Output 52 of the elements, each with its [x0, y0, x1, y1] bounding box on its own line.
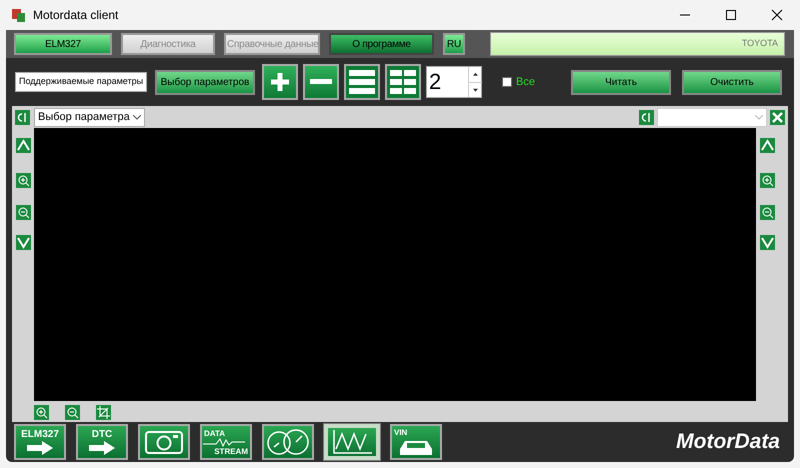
clear-icon[interactable]	[639, 110, 654, 124]
zoom-in-icon[interactable]	[16, 173, 30, 188]
clear-button[interactable]: Очистить	[682, 70, 782, 94]
clear-icon[interactable]	[15, 110, 30, 124]
rows-layout-button[interactable]	[344, 64, 380, 100]
app-icon	[12, 8, 25, 22]
gauges-icon	[266, 428, 310, 456]
tab[interactable]: О программе	[329, 33, 434, 55]
minus-icon	[310, 79, 332, 85]
chevron-icon	[133, 114, 141, 120]
tab[interactable]: RU	[443, 33, 465, 55]
all-checkbox[interactable]	[502, 77, 512, 87]
zoom-in-icon[interactable]	[760, 173, 774, 188]
chevron-icon	[755, 114, 763, 120]
elm327-button[interactable]: ELM327	[14, 424, 66, 460]
camera-button[interactable]	[138, 424, 190, 460]
arrow-icon	[26, 441, 54, 455]
add-button[interactable]	[262, 64, 298, 100]
rows-icon	[348, 68, 376, 96]
parameter-set-dropdown[interactable]: Поддерживаемые параметры	[15, 72, 147, 92]
select-parameters-button[interactable]: Выбор параметров	[155, 70, 255, 94]
grid-layout-button[interactable]	[385, 64, 421, 100]
plus-icon	[269, 71, 291, 93]
read-button[interactable]: Читать	[571, 70, 671, 94]
all-label: Все	[516, 74, 535, 90]
graph-button[interactable]	[324, 424, 380, 460]
window-title: Motordata client	[33, 7, 118, 24]
vin-button[interactable]: VIN	[390, 424, 442, 460]
zoom-in-icon[interactable]	[34, 404, 49, 420]
scroll-down-icon[interactable]	[16, 235, 30, 250]
data-stream-button[interactable]: DATA STREAM	[200, 424, 252, 460]
wave-icon	[202, 438, 246, 446]
count-spinner[interactable]: 2	[426, 66, 482, 98]
camera-icon	[144, 429, 184, 455]
dtc-button[interactable]: DTC	[76, 424, 128, 460]
scroll-down-icon[interactable]	[760, 235, 774, 250]
arrow-icon	[88, 441, 116, 455]
cl-mark-icon	[17, 112, 28, 122]
grid-icon	[389, 68, 417, 96]
vehicle-label: TOYOTA	[742, 37, 778, 50]
remove-button[interactable]	[303, 64, 339, 100]
gauges-button[interactable]	[262, 424, 314, 460]
parameter-dropdown[interactable]: Выбор параметра	[34, 108, 145, 126]
zoom-out-icon[interactable]	[65, 404, 80, 420]
scroll-up-icon[interactable]	[16, 138, 30, 153]
scroll-up-icon[interactable]	[760, 138, 774, 153]
brand-logo: MotorData	[676, 429, 780, 456]
cl-mark-icon	[641, 112, 652, 122]
crop-icon[interactable]	[96, 404, 111, 420]
tab[interactable]: ELM327	[14, 33, 112, 55]
zoom-out-icon[interactable]	[760, 205, 774, 220]
zoom-out-icon[interactable]	[16, 205, 30, 220]
